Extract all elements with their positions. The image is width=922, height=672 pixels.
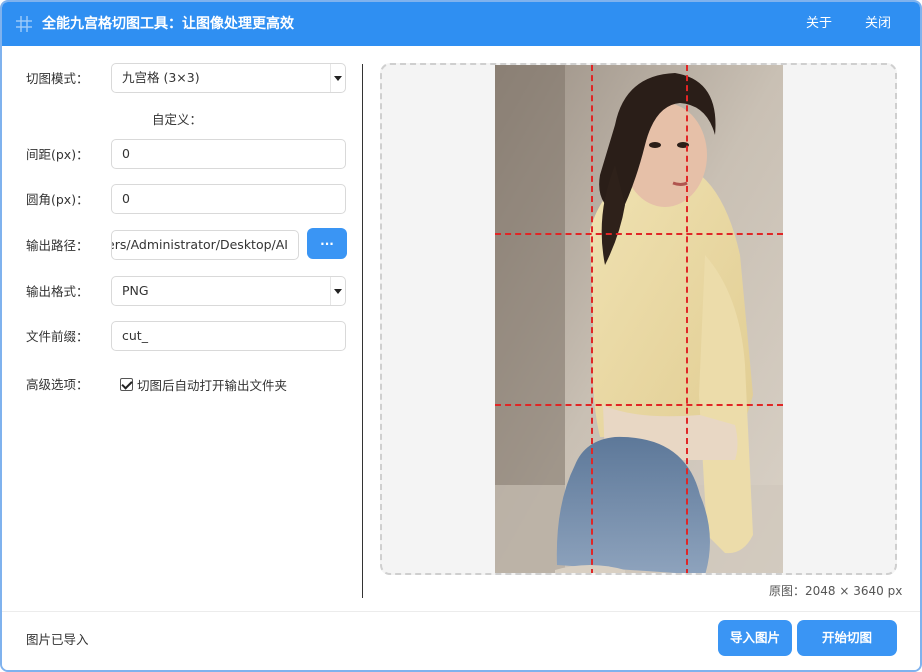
spacing-input[interactable]: 0 [111, 139, 346, 169]
chevron-down-icon[interactable] [330, 64, 345, 92]
output-path-row: 输出路径： C:/Users/Administrator/Desktop/AI [2, 230, 352, 262]
window-title: 全能九宫格切图工具：让图像处理更高效 [42, 16, 294, 32]
grid-line-vertical [686, 65, 688, 573]
output-path-value: C:/Users/Administrator/Desktop/AI [112, 237, 288, 252]
format-label: 输出格式： [26, 284, 89, 299]
output-path-label: 输出路径： [26, 238, 89, 253]
grid-line-horizontal [495, 404, 783, 406]
status-text: 图片已导入 [26, 632, 89, 647]
spacing-label: 间距(px)： [26, 147, 89, 162]
about-button[interactable]: 关于 [806, 2, 832, 46]
format-value: PNG [122, 283, 149, 298]
spacing-row: 间距(px)： 0 [2, 139, 352, 171]
mode-value: 九宫格 (3×3) [122, 70, 200, 85]
radius-input[interactable]: 0 [111, 184, 346, 214]
radius-label: 圆角(px)： [26, 192, 89, 207]
preview-photo-illustration [495, 65, 783, 573]
browse-button[interactable]: ... [307, 228, 347, 259]
prefix-row: 文件前缀： cut_ [2, 321, 352, 353]
custom-label: 自定义： [152, 112, 203, 127]
format-select[interactable]: PNG [111, 276, 346, 306]
panel-divider [362, 64, 363, 598]
open-folder-label: 切图后自动打开输出文件夹 [137, 378, 288, 393]
prefix-input[interactable]: cut_ [111, 321, 346, 351]
grid-line-vertical [591, 65, 593, 573]
grid-app-icon [15, 15, 33, 33]
open-folder-checkbox[interactable] [120, 378, 133, 391]
chevron-down-icon[interactable] [330, 277, 345, 305]
import-image-button[interactable]: 导入图片 [718, 620, 792, 656]
radius-row: 圆角(px)： 0 [2, 184, 352, 216]
preview-image [495, 65, 783, 573]
mode-select[interactable]: 九宫格 (3×3) [111, 63, 346, 93]
title-bar[interactable]: 全能九宫格切图工具：让图像处理更高效 关于 关闭 [2, 2, 920, 46]
open-folder-option[interactable]: 切图后自动打开输出文件夹 [120, 375, 287, 393]
output-path-input[interactable]: C:/Users/Administrator/Desktop/AI [111, 230, 299, 260]
original-size-label: 原图：2048 × 3640 px [769, 584, 903, 598]
grid-line-horizontal [495, 233, 783, 235]
start-cut-button[interactable]: 开始切图 [797, 620, 897, 656]
format-row: 输出格式： PNG [2, 276, 352, 308]
close-button[interactable]: 关闭 [865, 2, 891, 46]
app-window: 全能九宫格切图工具：让图像处理更高效 关于 关闭 切图模式： 九宫格 (3×3)… [0, 0, 922, 672]
advanced-label: 高级选项： [26, 377, 89, 392]
mode-row: 切图模式： 九宫格 (3×3) [2, 63, 352, 95]
prefix-label: 文件前缀： [26, 329, 89, 344]
preview-area[interactable] [380, 63, 897, 575]
mode-label: 切图模式： [26, 71, 89, 86]
